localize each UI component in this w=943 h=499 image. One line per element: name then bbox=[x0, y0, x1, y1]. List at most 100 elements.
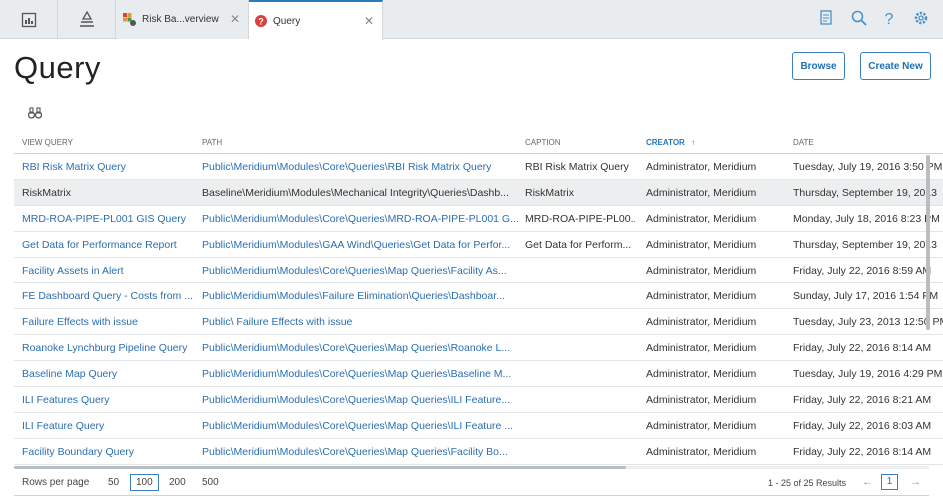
table-row[interactable]: Facility Boundary Query Public\Meridium\M… bbox=[14, 439, 943, 465]
rows-per-page-option-50[interactable]: 50 bbox=[108, 477, 119, 488]
next-page-arrow-icon[interactable]: → bbox=[910, 476, 921, 488]
dashboard-icon bbox=[21, 12, 36, 27]
cell-caption: MRD-ROA-PIPE-PL00... bbox=[525, 212, 635, 225]
table-row[interactable]: Baseline Map Query Public\Meridium\Module… bbox=[14, 361, 943, 388]
cell-path[interactable]: Public\Meridium\Modules\Core\Queries\MRD… bbox=[202, 213, 520, 225]
tab-label: Risk Ba...verview bbox=[142, 14, 219, 25]
cell-view-query[interactable]: MRD-ROA-PIPE-PL001 GIS Query bbox=[22, 213, 198, 225]
help-icon[interactable]: ? bbox=[882, 10, 898, 28]
column-header-path[interactable]: PATH bbox=[202, 138, 222, 147]
cell-date: Friday, July 22, 2016 8:03 AM bbox=[793, 419, 932, 432]
vertical-scrollbar[interactable] bbox=[926, 155, 930, 330]
cell-caption: Get Data for Perform... bbox=[525, 238, 632, 251]
close-icon[interactable]: ✕ bbox=[230, 12, 240, 26]
table-row[interactable]: Roanoke Lynchburg Pipeline Query Public\M… bbox=[14, 335, 943, 362]
cell-date: Monday, July 18, 2016 8:23 PM bbox=[793, 212, 940, 225]
cell-caption: RBI Risk Matrix Query bbox=[525, 161, 629, 173]
search-icon[interactable] bbox=[851, 10, 867, 28]
cell-creator: Administrator, Meridium bbox=[646, 238, 757, 251]
horizontal-scrollbar[interactable] bbox=[14, 466, 626, 469]
top-tab-bar: Risk Ba...verview ✕ ? Query ✕ ? bbox=[0, 0, 943, 40]
table-row[interactable]: Get Data for Performance Report Public\Me… bbox=[14, 232, 943, 258]
rows-per-page-label: Rows per page bbox=[22, 477, 90, 488]
results-count: 1 - 25 of 25 Results bbox=[768, 478, 847, 488]
cell-creator: Administrator, Meridium bbox=[646, 419, 757, 432]
cell-path[interactable]: Public\Meridium\Modules\Core\Queries\Map… bbox=[202, 420, 520, 432]
table-row[interactable]: RBI Risk Matrix Query Public\Meridium\Mod… bbox=[14, 154, 943, 180]
cell-creator: Administrator, Meridium bbox=[646, 445, 757, 458]
page-number[interactable]: 1 bbox=[881, 474, 898, 490]
table-row[interactable]: RiskMatrix Baseline\Meridium\Modules\Mech… bbox=[14, 179, 943, 206]
cell-creator: Administrator, Meridium bbox=[646, 368, 757, 381]
cell-caption: RiskMatrix bbox=[525, 186, 574, 199]
table-row[interactable]: Facility Assets in Alert Public\Meridium\… bbox=[14, 258, 943, 284]
cell-date: Thursday, September 19, 2013 bbox=[793, 238, 937, 251]
page-title: Query bbox=[14, 50, 101, 85]
browse-button[interactable]: Browse bbox=[792, 52, 845, 80]
cell-creator: Administrator, Meridium bbox=[646, 316, 757, 329]
rows-per-page-option-500[interactable]: 500 bbox=[202, 477, 219, 488]
cell-creator: Administrator, Meridium bbox=[646, 290, 757, 303]
rows-per-page-option-100[interactable]: 100 bbox=[130, 474, 159, 491]
cell-path[interactable]: Public\Meridium\Modules\Core\Queries\RBI… bbox=[202, 161, 520, 173]
cell-date: Friday, July 22, 2016 8:14 AM bbox=[793, 342, 932, 355]
cell-path[interactable]: Public\Meridium\Modules\GAA Wind\Queries… bbox=[202, 239, 520, 251]
cell-date: Thursday, September 19, 2013 bbox=[793, 186, 937, 199]
close-icon[interactable]: ✕ bbox=[364, 14, 374, 28]
svg-text:?: ? bbox=[258, 17, 264, 27]
cell-date: Friday, July 22, 2016 8:14 AM bbox=[793, 445, 932, 458]
cell-creator: Administrator, Meridium bbox=[646, 212, 757, 225]
table-row[interactable]: ILI Feature Query Public\Meridium\Modules… bbox=[14, 413, 943, 439]
column-header-date[interactable]: DATE bbox=[793, 138, 814, 147]
tab-risk-overview[interactable]: Risk Ba...verview ✕ bbox=[117, 0, 249, 39]
cell-view-query[interactable]: Facility Assets in Alert bbox=[22, 265, 198, 277]
column-header-view-query[interactable]: VIEW QUERY bbox=[22, 138, 73, 147]
column-header-creator[interactable]: CREATOR ↑ bbox=[646, 138, 695, 147]
hierarchy-icon bbox=[79, 10, 94, 27]
cell-path[interactable]: Public\Meridium\Modules\Core\Queries\Map… bbox=[202, 394, 520, 406]
query-icon: ? bbox=[255, 15, 267, 27]
cell-view-query[interactable]: RBI Risk Matrix Query bbox=[22, 161, 198, 173]
table-row[interactable]: Failure Effects with issue Public\ Failur… bbox=[14, 309, 943, 336]
table-row[interactable]: MRD-ROA-PIPE-PL001 GIS Query Public\Merid… bbox=[14, 206, 943, 232]
cell-creator: Administrator, Meridium bbox=[646, 186, 757, 199]
cell-date: Friday, July 22, 2016 8:21 AM bbox=[793, 394, 932, 407]
sort-ascending-icon: ↑ bbox=[691, 138, 696, 147]
cell-view-query[interactable]: Failure Effects with issue bbox=[22, 316, 198, 328]
cell-path[interactable]: Public\ Failure Effects with issue bbox=[202, 316, 520, 328]
cell-path[interactable]: Public\Meridium\Modules\Core\Queries\Map… bbox=[202, 265, 520, 277]
tab-label: Query bbox=[273, 15, 301, 27]
table-row[interactable]: FE Dashboard Query - Costs from ... Publi… bbox=[14, 283, 943, 310]
cell-date: Sunday, July 17, 2016 1:54 PM bbox=[793, 290, 939, 303]
cell-view-query[interactable]: FE Dashboard Query - Costs from ... bbox=[22, 290, 198, 302]
cell-view-query[interactable]: Baseline Map Query bbox=[22, 368, 198, 380]
table-header: VIEW QUERY PATH CAPTION CREATOR ↑ DATE bbox=[14, 130, 943, 154]
cell-view-query[interactable]: ILI Feature Query bbox=[22, 420, 198, 432]
cell-path[interactable]: Public\Meridium\Modules\Core\Queries\Map… bbox=[202, 342, 520, 354]
binoculars-icon[interactable] bbox=[28, 107, 42, 119]
table-body: RBI Risk Matrix Query Public\Meridium\Mod… bbox=[14, 154, 943, 465]
previous-page-arrow-icon[interactable]: ← bbox=[862, 476, 873, 488]
rows-per-page-option-200[interactable]: 200 bbox=[169, 477, 186, 488]
cell-view-query[interactable]: RiskMatrix bbox=[22, 187, 198, 199]
create-new-button[interactable]: Create New bbox=[860, 52, 931, 80]
cell-date: Friday, July 22, 2016 8:59 AM bbox=[793, 264, 932, 277]
cell-path[interactable]: Public\Meridium\Modules\Core\Queries\Map… bbox=[202, 446, 520, 458]
cell-view-query[interactable]: Facility Boundary Query bbox=[22, 446, 198, 458]
cell-view-query[interactable]: Roanoke Lynchburg Pipeline Query bbox=[22, 342, 198, 354]
hierarchy-tab[interactable] bbox=[58, 0, 116, 39]
table-footer: Rows per page 50 100 200 500 1 - 25 of 2… bbox=[14, 472, 929, 496]
cell-path[interactable]: Baseline\Meridium\Modules\Mechanical Int… bbox=[202, 187, 520, 199]
dashboard-tab[interactable] bbox=[0, 0, 58, 39]
tab-query[interactable]: ? Query ✕ bbox=[249, 0, 383, 40]
table-row[interactable]: ILI Features Query Public\Meridium\Module… bbox=[14, 387, 943, 413]
cell-view-query[interactable]: ILI Features Query bbox=[22, 394, 198, 406]
cell-path[interactable]: Public\Meridium\Modules\Core\Queries\Map… bbox=[202, 368, 520, 380]
cell-creator: Administrator, Meridium bbox=[646, 161, 757, 173]
gear-icon[interactable] bbox=[913, 10, 929, 28]
cell-view-query[interactable]: Get Data for Performance Report bbox=[22, 239, 198, 251]
column-header-caption[interactable]: CAPTION bbox=[525, 138, 561, 147]
cell-path[interactable]: Public\Meridium\Modules\Failure Eliminat… bbox=[202, 290, 520, 302]
cell-creator: Administrator, Meridium bbox=[646, 264, 757, 277]
notes-icon[interactable] bbox=[820, 10, 836, 28]
